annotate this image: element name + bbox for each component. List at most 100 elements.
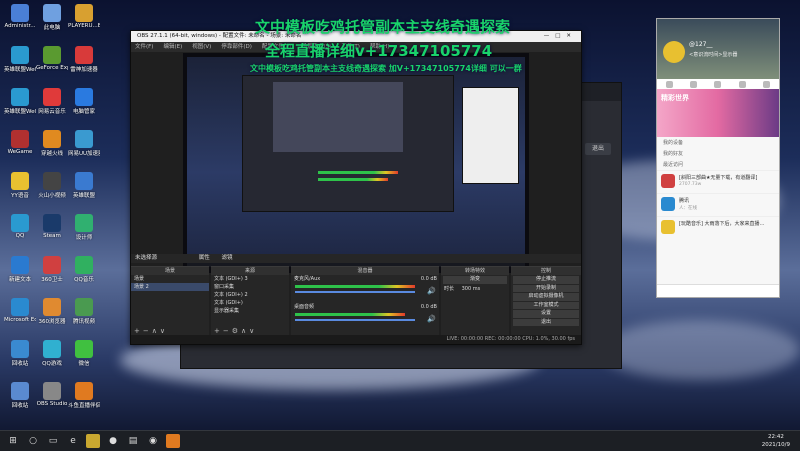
menu-item[interactable]: 视图(V) xyxy=(192,44,211,50)
qq-section-item[interactable]: 我的好友 xyxy=(657,148,779,159)
desktop-icon[interactable]: 360浏览器 xyxy=(36,298,68,325)
volume-slider[interactable] xyxy=(295,291,415,293)
qq-section-item[interactable]: 我的设备 xyxy=(657,137,779,148)
search-icon[interactable]: ○ xyxy=(26,434,40,448)
menu-item[interactable]: 停靠部件(D) xyxy=(221,44,252,50)
control-button[interactable]: 退出 xyxy=(513,318,579,326)
desktop-icon[interactable]: 英雄联盟WeGame版 xyxy=(4,46,36,73)
source-item[interactable]: 显示器采集 xyxy=(211,307,289,315)
desktop-icon-label: 回收站 xyxy=(11,361,29,367)
desktop-icon[interactable]: 斗鱼直播伴侣 xyxy=(68,382,100,409)
control-button[interactable]: 设置 xyxy=(513,310,579,318)
speaker-icon[interactable]: 🔊 xyxy=(427,287,436,295)
obs-window[interactable]: OBS 27.1.1 (64-bit, windows) - 配置文件: 未命名… xyxy=(130,30,582,345)
qq-message[interactable]: [斜阳三部曲★无量下载，有道翻译] 2707.73w xyxy=(657,170,779,193)
scene-item[interactable]: 场景 xyxy=(131,275,209,283)
task-view-icon[interactable]: ▭ xyxy=(46,434,60,448)
volume-slider[interactable] xyxy=(295,319,415,321)
cloud-band xyxy=(600,320,800,380)
control-button[interactable]: 启动虚拟摄像机 xyxy=(513,293,579,301)
source-item[interactable]: 文本 (GDI+) 2 xyxy=(211,291,289,299)
message-title: [斜阳三部曲★无量下载，有道翻译] xyxy=(679,175,758,181)
tab-icon[interactable] xyxy=(665,80,673,88)
tab-icon[interactable] xyxy=(763,80,771,88)
desktop-icon[interactable]: 网易UU加速器 xyxy=(68,130,100,157)
desktop-icon-label: WeGame xyxy=(7,149,33,155)
source-item[interactable]: 文本 (GDI+) 3 xyxy=(211,275,289,283)
transition-select[interactable]: 渐变 xyxy=(443,276,507,284)
qq-banner[interactable]: 精彩世界 xyxy=(657,89,779,137)
tab-icon[interactable] xyxy=(738,80,746,88)
desktop-icon-label: 网易云音乐 xyxy=(38,109,66,115)
duration-input[interactable]: 300 ms xyxy=(462,286,481,292)
desktop-icon[interactable]: 网易云音乐 xyxy=(36,88,68,115)
source-controls[interactable]: +−⚙∧∨ xyxy=(214,327,257,335)
obs-icon[interactable]: ◉ xyxy=(146,434,160,448)
desktop-icon[interactable]: QQ音乐 xyxy=(68,256,100,283)
desktop-icon[interactable]: 英雄联盟WeGame版 xyxy=(4,88,36,115)
desktop-icon[interactable]: QQ xyxy=(4,214,36,239)
desktop-icon[interactable]: PLAYERU...BATTLEGR... xyxy=(68,4,100,29)
window-controls[interactable]: —□✕ xyxy=(544,31,577,42)
desktop-icon[interactable]: 穿越火线 xyxy=(36,130,68,157)
desktop-icon[interactable]: WeGame xyxy=(4,130,36,155)
desktop-icon[interactable]: 英雄联盟 xyxy=(68,172,100,199)
track-db: 0.0 dB xyxy=(420,276,437,282)
overlay-text-1: 文中模板吃鸡托管副本主支线奇遇探索 xyxy=(255,18,511,36)
desktop-icon[interactable]: GeForce Experience xyxy=(36,46,68,71)
clock[interactable]: 22:42 2021/10/9 xyxy=(762,433,790,449)
desktop-icon[interactable]: 电脑管家 xyxy=(68,88,100,115)
control-button[interactable]: 开始录制 xyxy=(513,284,579,292)
qq-signature[interactable]: <意识流时间>显示器 xyxy=(689,51,737,58)
desktop-icon[interactable]: 回收站 xyxy=(4,382,36,409)
wechat-icon[interactable]: ● xyxy=(106,434,120,448)
desktop-icon[interactable]: 火山小视频 xyxy=(36,172,68,199)
tab-icon[interactable] xyxy=(690,80,698,88)
scene-controls[interactable]: +−∧∨ xyxy=(134,327,168,335)
nested-obs-capture xyxy=(242,75,454,212)
explorer-icon[interactable]: ▤ xyxy=(126,434,140,448)
desktop-icon[interactable]: 回收站 xyxy=(4,340,36,367)
douyu-icon[interactable] xyxy=(166,434,180,448)
desktop-icon[interactable]: 新建文本 xyxy=(4,256,36,283)
desktop-icon-label: 斗鱼直播伴侣 xyxy=(68,403,100,409)
desktop-icon[interactable]: 设计师 xyxy=(68,214,100,241)
control-button[interactable]: 工作室模式 xyxy=(513,301,579,309)
desktop-icon-label: 设计师 xyxy=(75,235,93,241)
qq-message[interactable]: 腾讯 人：在线 xyxy=(657,193,779,216)
desktop-icon[interactable]: 此电脑 xyxy=(36,4,68,31)
desktop-icon[interactable]: Steam xyxy=(36,214,68,239)
menu-item[interactable]: 编辑(E) xyxy=(163,44,182,50)
properties-button[interactable]: 属性 xyxy=(199,255,210,261)
start-icon[interactable]: ⊞ xyxy=(6,434,20,448)
desktop-icon[interactable]: 微信 xyxy=(68,340,100,367)
edge-icon[interactable]: e xyxy=(66,434,80,448)
tab-icon[interactable] xyxy=(714,80,722,88)
qq-panel[interactable]: @127__ <意识流时间>显示器 精彩世界 我的设备 我的好友 最近访问 [斜阳三… xyxy=(656,18,780,298)
desktop-icon[interactable]: 腾讯视频 xyxy=(68,298,100,325)
desktop-icon-label: 英雄联盟WeGame版 xyxy=(4,109,36,115)
filters-button[interactable]: 滤镜 xyxy=(222,255,233,261)
speaker-icon[interactable]: 🔊 xyxy=(427,315,436,323)
source-item[interactable]: 窗口采集 xyxy=(211,283,289,291)
menu-item[interactable]: 文件(F) xyxy=(135,44,153,50)
desktop-icon-label: 微信 xyxy=(78,361,90,367)
obs-preview[interactable] xyxy=(183,53,529,273)
desktop-icon[interactable]: Microsoft Edge xyxy=(4,298,36,323)
qq-message[interactable]: [玩酷音乐] 大雨落下后，大家来直播… xyxy=(657,216,779,239)
control-button[interactable]: 停止推流 xyxy=(513,276,579,284)
qq-section-item[interactable]: 最近访问 xyxy=(657,159,779,170)
desktop-icon[interactable]: OBS Studio xyxy=(36,382,68,407)
source-item[interactable]: 文本 (GDI+) xyxy=(211,299,289,307)
exit-button[interactable]: 退出 xyxy=(585,143,611,155)
desktop-icon[interactable]: QQ游戏 xyxy=(36,340,68,367)
app-icon[interactable] xyxy=(86,434,100,448)
scene-item[interactable]: 场景 2 xyxy=(131,283,209,291)
desktop-icon[interactable]: Administr... xyxy=(4,4,36,29)
avatar[interactable] xyxy=(663,41,685,63)
desktop-icon[interactable]: 雷神加速器 xyxy=(68,46,100,73)
desktop-icon-label: Steam xyxy=(43,233,61,239)
app-icon xyxy=(75,340,93,358)
desktop-icon[interactable]: YY语音 xyxy=(4,172,36,199)
desktop-icon[interactable]: 360卫士 xyxy=(36,256,68,283)
